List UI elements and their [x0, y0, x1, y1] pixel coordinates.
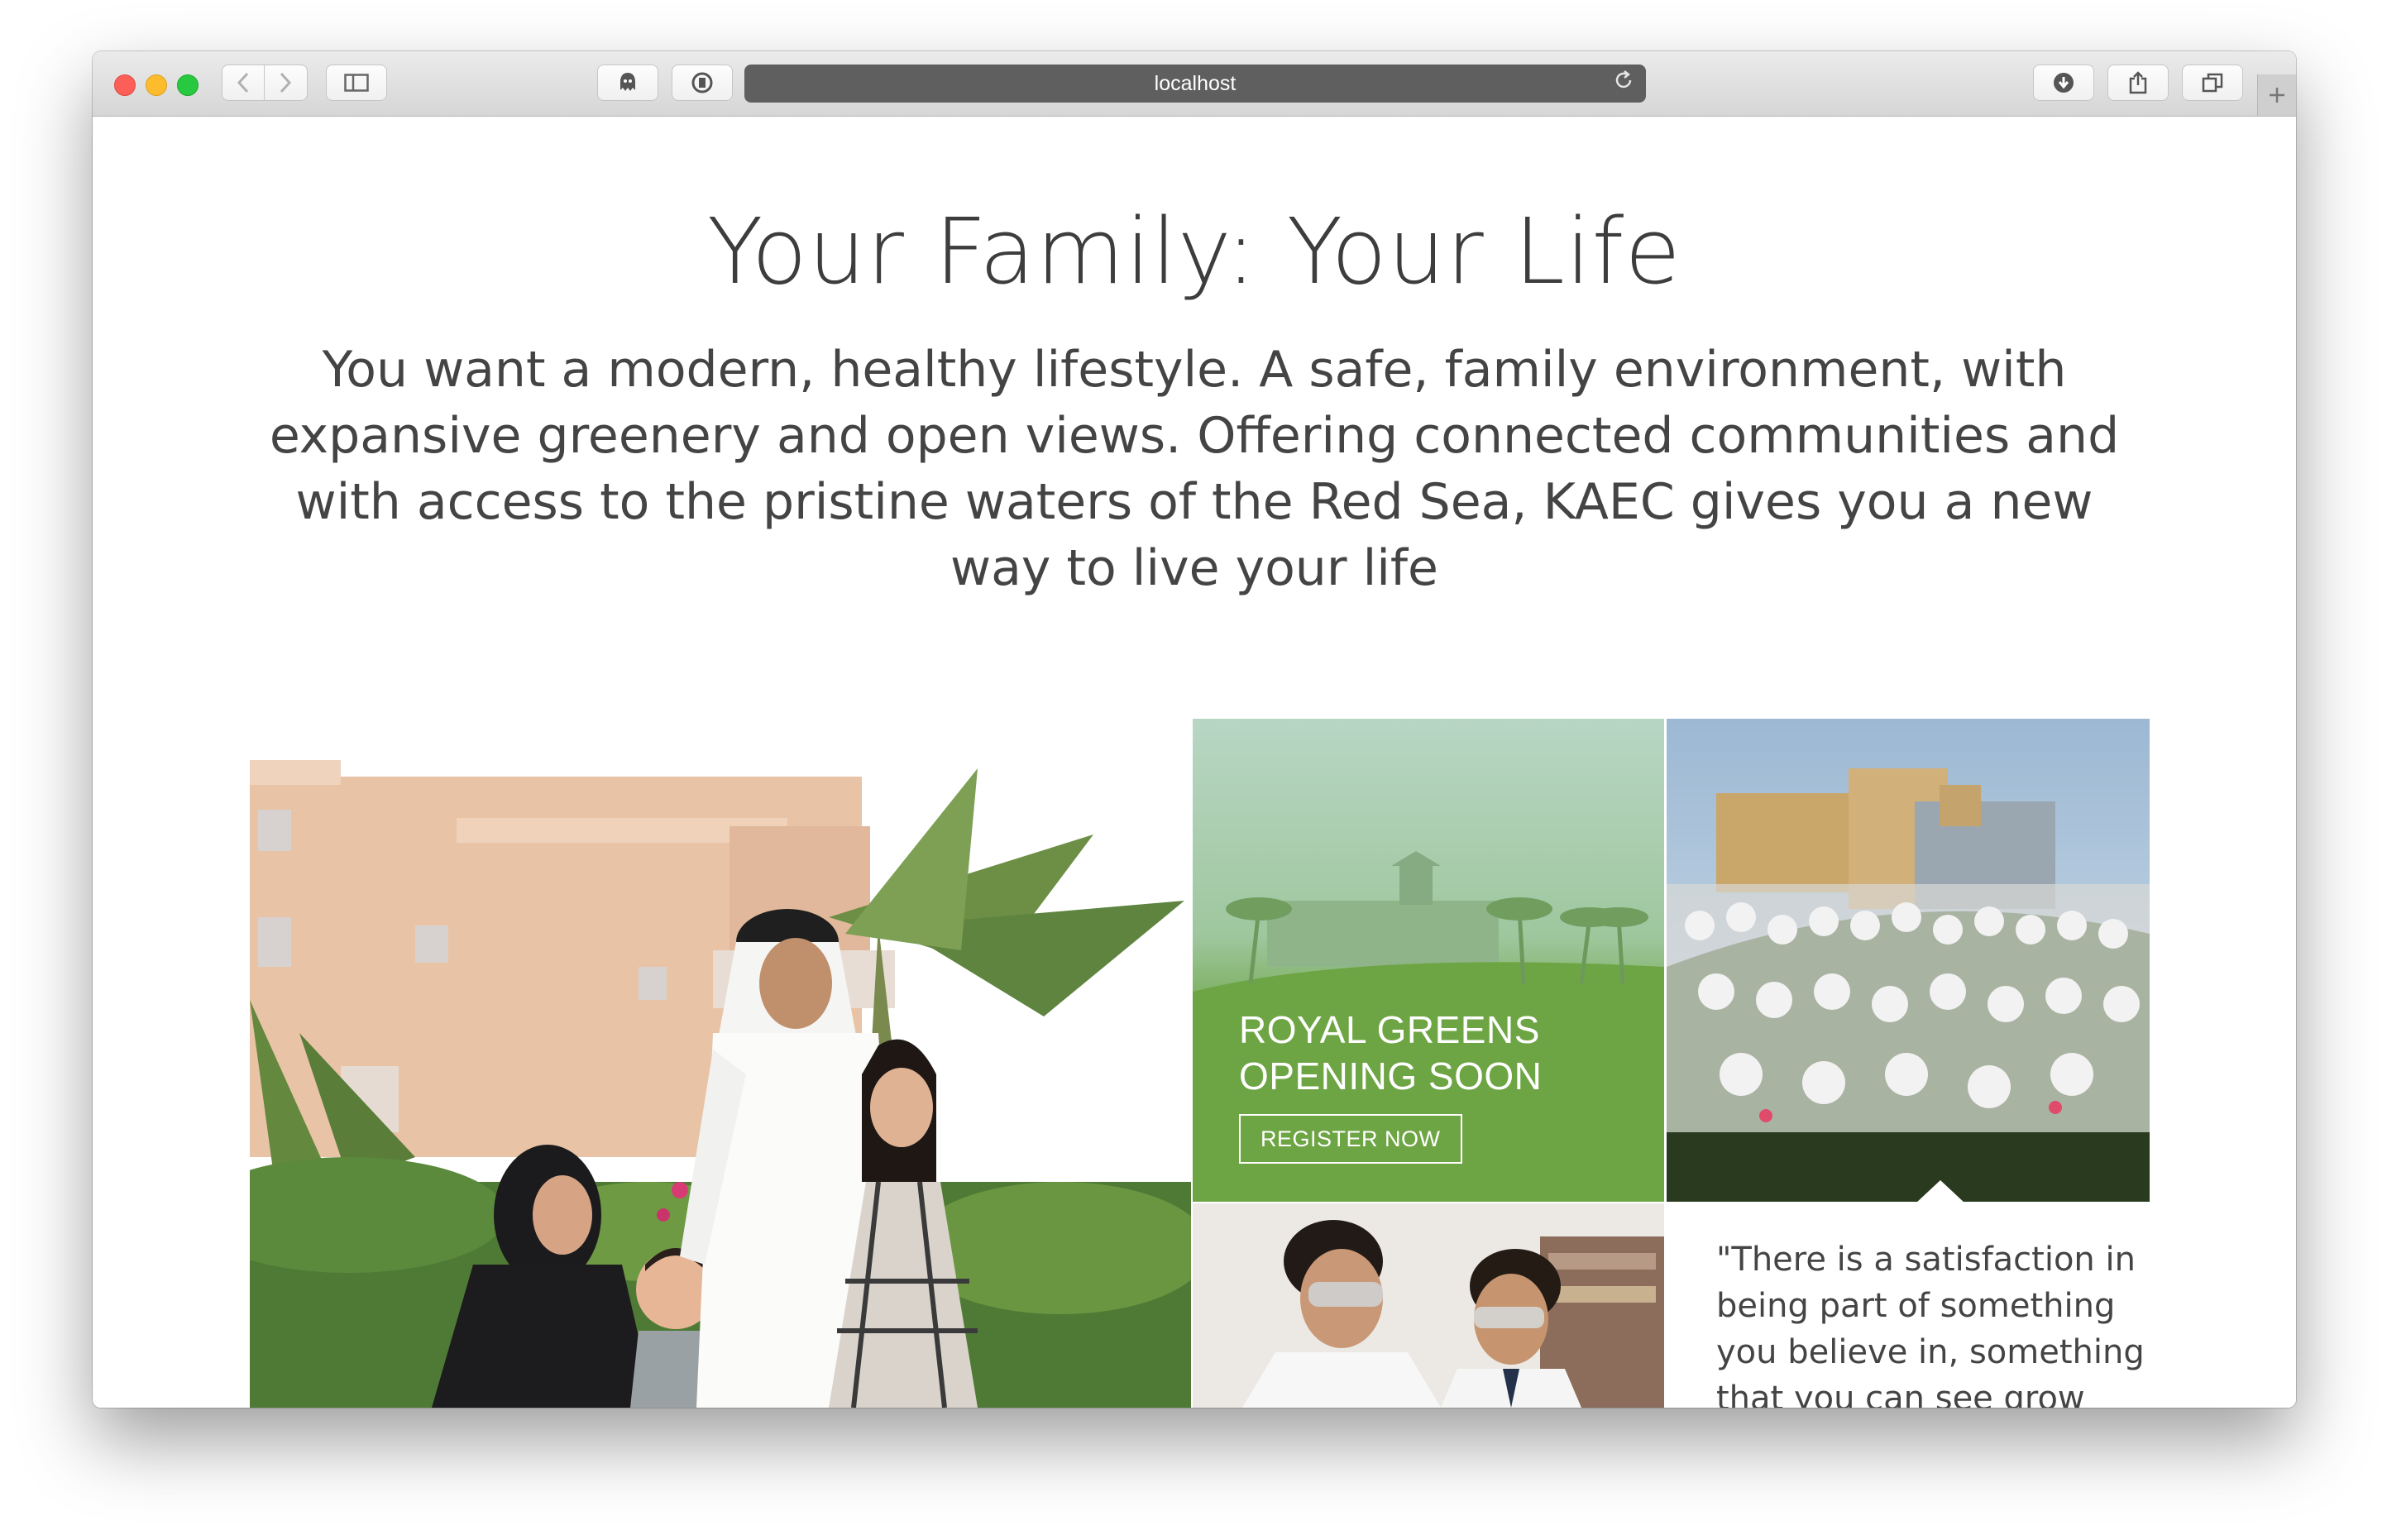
ghostery-icon	[620, 73, 635, 91]
back-button[interactable]	[222, 65, 265, 100]
family-photo	[250, 719, 1191, 1408]
new-tab-button[interactable]	[2257, 74, 2296, 116]
royal-greens-promo[interactable]: ROYAL GREENS OPENING SOON REGISTER NOW	[1193, 719, 1664, 1202]
promo-headline: ROYAL GREENS OPENING SOON	[1239, 1007, 1542, 1099]
students-lab-photo	[1193, 1203, 1664, 1408]
quote-pointer	[1916, 1180, 1965, 1203]
address-bar[interactable]: localhost	[744, 65, 1646, 103]
share-icon	[2129, 71, 2147, 94]
zoom-window-button[interactable]	[177, 74, 199, 96]
plus-icon	[2270, 88, 2284, 103]
tab-overview-icon	[2202, 73, 2223, 93]
testimonial-box: "There is a satisfaction in being part o…	[1667, 1203, 2150, 1408]
page-content: Your Family: Your Life You want a modern…	[93, 117, 2296, 1408]
ghostery-extension-button[interactable]	[597, 65, 658, 101]
promo-line-2: OPENING SOON	[1239, 1055, 1543, 1098]
navigation-buttons	[222, 65, 308, 101]
tab-overview-button[interactable]	[2182, 65, 2243, 101]
url-text: localhost	[1154, 71, 1237, 95]
chevron-right-icon	[280, 72, 292, 93]
community-group-photo	[1667, 719, 2150, 1202]
students-lab-illustration	[1193, 1203, 1664, 1408]
intro-paragraph: You want a modern, healthy lifestyle. A …	[269, 341, 2120, 597]
sidebar-icon	[344, 74, 369, 92]
download-icon	[2054, 73, 2074, 93]
promo-line-1: ROYAL GREENS	[1239, 1008, 1540, 1051]
community-group-illustration	[1667, 719, 2150, 1202]
privacy-shield-icon	[691, 72, 713, 93]
close-window-button[interactable]	[114, 74, 136, 96]
forward-button[interactable]	[265, 65, 306, 100]
reload-icon	[1615, 70, 1632, 88]
register-now-button[interactable]: REGISTER NOW	[1239, 1114, 1462, 1164]
chevron-left-icon	[237, 72, 249, 93]
privacy-extension-button[interactable]	[672, 65, 733, 101]
downloads-button[interactable]	[2033, 65, 2094, 101]
testimonial-quote: "There is a satisfaction in being part o…	[1716, 1241, 2145, 1408]
share-button[interactable]	[2107, 65, 2169, 101]
reload-button[interactable]	[1613, 69, 1634, 98]
family-photo-illustration	[250, 719, 1191, 1408]
minimize-window-button[interactable]	[146, 74, 167, 96]
page-title: Your Family: Your Life	[707, 198, 1681, 304]
sidebar-button[interactable]	[326, 65, 387, 101]
browser-window: localhost Your Family: Your Life You wan…	[93, 51, 2296, 1408]
browser-toolbar: localhost	[93, 51, 2296, 117]
